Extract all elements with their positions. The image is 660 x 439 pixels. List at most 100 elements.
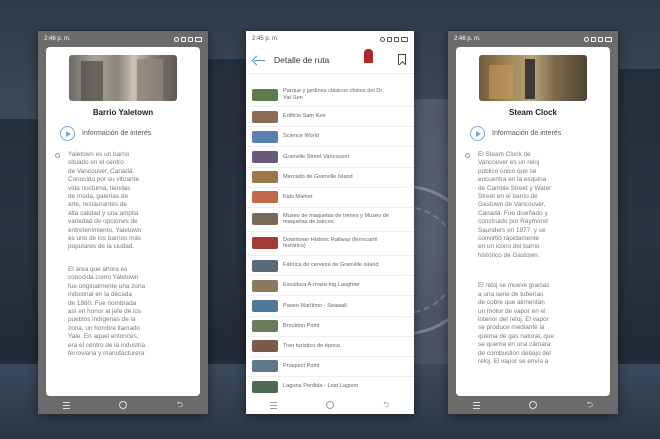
- route-thumbnail: [252, 360, 278, 373]
- route-thumbnail: [252, 130, 278, 143]
- description-paragraph: El reloj se mueve gracias a una serie de…: [478, 282, 555, 365]
- alarm-icon: [584, 36, 589, 42]
- back-icon[interactable]: ⮌: [383, 401, 389, 409]
- signal-icon: [598, 36, 603, 42]
- bullet-icon: [55, 153, 60, 158]
- wifi-icon: [387, 36, 392, 42]
- route-item-label: Laguna Perdida - Lost Lagoon: [283, 383, 359, 390]
- route-list-item[interactable]: Edificio Sam Kee: [246, 107, 414, 128]
- route-item-label: Downtown Historic Railway (ferrocarril h…: [283, 236, 378, 250]
- home-icon[interactable]: [529, 401, 538, 409]
- info-label: Información de interés: [82, 130, 152, 137]
- route-thumbnail: [252, 380, 278, 393]
- app-logo: Ruta Bla: [360, 49, 388, 71]
- home-icon[interactable]: [119, 401, 128, 409]
- description-paragraph: Yaletown es un barrio situado en el cent…: [68, 151, 142, 251]
- route-thumbnail: [252, 340, 278, 353]
- signal-icon: [188, 36, 193, 42]
- status-time: 2:46 p. m.: [454, 36, 481, 42]
- status-time: 2:46 p. m.: [44, 36, 71, 42]
- route-list-item[interactable]: Prospect Point: [246, 357, 414, 378]
- place-card: Barrio Yaletown Información de interés Y…: [46, 47, 200, 396]
- phone-steam-clock: 2:46 p. m. Steam Clock Información de in…: [448, 31, 618, 414]
- status-time: 2:45 p. m.: [252, 36, 279, 42]
- info-audio-row[interactable]: Información de interés: [470, 126, 610, 141]
- description-paragraph: El área que ahora es conocida como Yalet…: [68, 265, 146, 357]
- route-item-label: Escultura A-maze-ing Laughter: [283, 282, 360, 289]
- signal-icon: [394, 36, 399, 42]
- route-thumbnail: [252, 299, 278, 312]
- route-item-label: Prospect Point: [283, 363, 320, 370]
- system-nav-bar: ⮌: [448, 396, 618, 414]
- description: El Steam Clock de Vancouver es un reloj …: [465, 151, 600, 366]
- route-list[interactable]: Parque y jardines clásicos chinos del Dr…: [246, 83, 414, 396]
- route-list-item[interactable]: Kids Market: [246, 188, 414, 208]
- phone-yaletown: 2:46 p. m. Barrio Yaletown Información d…: [38, 31, 208, 414]
- route-list-item[interactable]: Laguna Perdida - Lost Lagoon: [246, 377, 414, 396]
- route-list-item[interactable]: Brockton Point: [246, 317, 414, 337]
- battery-icon: [605, 36, 612, 42]
- wifi-icon: [591, 36, 596, 42]
- route-item-label: Granville Street Vancouver: [283, 153, 350, 160]
- back-icon[interactable]: ⮌: [587, 401, 593, 409]
- route-list-item[interactable]: Tren turístico de época: [246, 337, 414, 357]
- route-thumbnail: [252, 259, 278, 272]
- status-bar: 2:46 p. m.: [448, 31, 618, 47]
- route-item-label: Museo de maquetas de trenes y Museo de m…: [283, 212, 390, 226]
- route-thumbnail: [252, 279, 278, 292]
- route-thumbnail: [252, 213, 278, 226]
- route-list-item[interactable]: Downtown Historic Railway (ferrocarril h…: [246, 232, 414, 256]
- play-icon[interactable]: [60, 126, 75, 141]
- system-nav-bar: ⮌: [38, 396, 208, 414]
- battery-icon: [401, 36, 408, 42]
- home-icon[interactable]: [326, 401, 335, 409]
- building-silhouette: [0, 119, 40, 369]
- description-paragraph: El Steam Clock de Vancouver es un reloj …: [478, 151, 552, 259]
- route-list-item[interactable]: Museo de maquetas de trenes y Museo de m…: [246, 208, 414, 232]
- route-list-item[interactable]: Paseo Marítimo - Seawall: [246, 296, 414, 317]
- route-item-label: Brockton Point: [283, 322, 320, 329]
- alarm-icon: [174, 36, 179, 42]
- place-photo: [69, 55, 177, 101]
- place-title: Barrio Yaletown: [92, 108, 154, 117]
- route-thumbnail: [252, 320, 278, 333]
- bookmark-icon[interactable]: [398, 54, 406, 65]
- route-item-label: Science World: [283, 133, 319, 140]
- app-header: Detalle de ruta Ruta Bla: [246, 47, 414, 74]
- route-item-label: Kids Market: [283, 194, 313, 201]
- page-title: Detalle de ruta: [274, 55, 330, 65]
- route-list-item[interactable]: Mercado de Granville Island: [246, 168, 414, 188]
- recent-apps-icon[interactable]: [472, 401, 480, 409]
- recent-apps-icon[interactable]: [62, 401, 70, 409]
- building-silhouette: [205, 59, 250, 369]
- route-thumbnail: [252, 88, 278, 101]
- battery-icon: [195, 36, 202, 42]
- route-list-item[interactable]: Science World: [246, 127, 414, 148]
- building-silhouette: [618, 69, 660, 369]
- route-item-label: Fábrica de cerveza de Granville Island: [283, 262, 379, 269]
- route-item-label: Paseo Marítimo - Seawall: [283, 302, 347, 309]
- route-list-item[interactable]: Escultura A-maze-ing Laughter: [246, 276, 414, 297]
- route-thumbnail: [252, 171, 278, 184]
- route-thumbnail: [252, 191, 278, 204]
- route-item-label: Mercado de Granville Island: [283, 173, 353, 180]
- play-icon[interactable]: [470, 126, 485, 141]
- route-thumbnail: [252, 110, 278, 123]
- status-bar: 2:46 p. m.: [38, 31, 208, 47]
- logo-text: Ruta Bla: [366, 56, 374, 64]
- place-title: Steam Clock: [508, 108, 558, 117]
- route-list-item[interactable]: Granville Street Vancouver: [246, 147, 414, 168]
- wifi-icon: [181, 36, 186, 42]
- phone-route-detail: 2:45 p. m. Detalle de ruta Ruta Bla Parq…: [246, 31, 414, 414]
- back-arrow-icon[interactable]: [252, 55, 266, 65]
- route-list-item[interactable]: Fábrica de cerveza de Granville Island: [246, 256, 414, 277]
- route-item-label: Tren turístico de época: [283, 342, 341, 349]
- info-audio-row[interactable]: Información de interés: [60, 126, 200, 141]
- route-list-item[interactable]: Parque y jardines clásicos chinos del Dr…: [246, 83, 414, 107]
- status-bar: 2:45 p. m.: [246, 31, 414, 47]
- recent-apps-icon[interactable]: [270, 401, 278, 409]
- route-thumbnail: [252, 150, 278, 163]
- back-icon[interactable]: ⮌: [177, 401, 183, 409]
- bullet-icon: [465, 153, 470, 158]
- info-label: Información de interés: [492, 130, 562, 137]
